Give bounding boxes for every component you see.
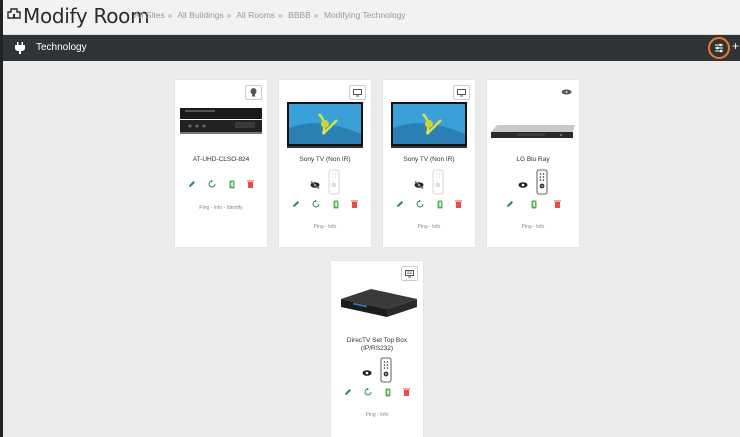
info-link[interactable]: Info <box>328 224 336 230</box>
bluetooth-icon[interactable] <box>437 200 443 209</box>
device-actions <box>383 199 475 209</box>
device-actions <box>279 199 371 209</box>
delete-icon[interactable] <box>351 200 359 208</box>
plug-icon <box>15 42 25 54</box>
edit-icon[interactable] <box>506 200 514 208</box>
info-link[interactable]: Info <box>432 224 440 230</box>
sync-icon[interactable] <box>364 388 372 396</box>
remote-controls <box>487 169 579 200</box>
identify-link[interactable]: Identify <box>227 205 243 211</box>
filter-button[interactable] <box>708 37 730 59</box>
ping-link[interactable]: Ping <box>199 205 209 211</box>
device-image <box>391 102 467 148</box>
remote-icon[interactable] <box>536 169 548 200</box>
remote-controls <box>331 357 423 388</box>
page-title: Modify Room <box>23 4 150 28</box>
device-links: Ping - Info <box>313 224 337 230</box>
bluetooth-icon[interactable] <box>229 180 235 189</box>
remote-icon[interactable] <box>432 169 444 200</box>
breadcrumb-current: Modifying Technology <box>323 10 406 20</box>
device-grid: AT-UHD-CLSO-824 Ping - Info - Identify S… <box>3 61 740 437</box>
sync-icon[interactable] <box>208 180 216 188</box>
bluetooth-icon[interactable] <box>385 388 391 397</box>
device-image <box>341 289 417 317</box>
delete-icon[interactable] <box>403 388 411 396</box>
edit-icon[interactable] <box>344 388 352 396</box>
edit-icon[interactable] <box>292 200 300 208</box>
ping-link[interactable]: Ping <box>418 224 428 230</box>
breadcrumb-all-buildings[interactable]: All Buildings <box>177 10 223 20</box>
device-image <box>491 125 575 138</box>
add-device-button[interactable]: + <box>732 40 739 52</box>
info-link[interactable]: Info <box>214 205 222 211</box>
remote-icon[interactable] <box>328 169 340 200</box>
remote-controls <box>383 169 475 200</box>
bluetooth-icon[interactable] <box>531 200 537 209</box>
delete-icon[interactable] <box>455 200 463 208</box>
device-card: Sony TV (Non IR) Ping - Info <box>383 80 475 247</box>
remote-icon[interactable] <box>380 357 392 388</box>
device-links: Ping - Info - Identify <box>199 205 243 211</box>
disc-player-icon <box>559 85 574 98</box>
device-name: AT-UHD-CLSO-824 <box>192 156 250 163</box>
page-header: Modify Room All Sites» All Buildings» Al… <box>3 0 740 35</box>
device-card: LG Blu Ray Ping - Info <box>487 80 579 247</box>
device-name: Sony TV (Non IR) <box>403 156 455 163</box>
breadcrumb: All Sites» All Buildings» All Rooms» BBB… <box>134 10 406 20</box>
remote-controls <box>279 169 371 200</box>
edit-icon[interactable] <box>396 200 404 208</box>
device-actions <box>487 199 579 209</box>
device-name: Sony TV (Non IR) <box>299 156 351 163</box>
technology-bar: Technology + <box>3 35 740 61</box>
device-actions <box>331 387 423 397</box>
device-links: Ping - Info <box>521 224 545 230</box>
device-image <box>287 102 363 148</box>
hidden-eye-icon[interactable] <box>414 176 424 194</box>
section-title: Technology <box>36 42 87 53</box>
breadcrumb-all-rooms[interactable]: All Rooms <box>236 10 275 20</box>
room-icon <box>7 8 21 19</box>
edit-icon[interactable] <box>188 180 196 188</box>
ping-link[interactable]: Ping <box>314 224 324 230</box>
delete-icon[interactable] <box>247 180 255 188</box>
hidden-eye-icon[interactable] <box>310 176 320 194</box>
info-link[interactable]: Info <box>380 412 388 418</box>
device-card: Sony TV (Non IR) Ping - Info <box>279 80 371 247</box>
bluetooth-icon[interactable] <box>333 200 339 209</box>
sync-icon[interactable] <box>312 200 320 208</box>
device-card: DirecTV Set Top Box (IP/RS232) Ping - In… <box>331 261 423 437</box>
sliders-icon <box>715 43 723 53</box>
info-link[interactable]: Info <box>536 224 544 230</box>
device-actions <box>175 179 267 189</box>
sync-icon[interactable] <box>416 200 424 208</box>
ping-link[interactable]: Ping <box>366 412 376 418</box>
device-name: DirecTV Set Top Box (IP/RS232) <box>346 337 408 352</box>
device-image <box>180 108 262 134</box>
breadcrumb-room[interactable]: BBBB <box>288 10 311 20</box>
delete-icon[interactable] <box>553 200 561 208</box>
breadcrumb-all-sites[interactable]: All Sites <box>134 10 165 20</box>
visible-eye-icon[interactable] <box>518 176 528 194</box>
device-card: AT-UHD-CLSO-824 Ping - Info - Identify <box>175 80 267 247</box>
device-links: Ping - Info <box>417 224 441 230</box>
device-links: Ping - Info <box>365 412 389 418</box>
visible-eye-icon[interactable] <box>362 364 372 382</box>
device-name: LG Blu Ray <box>516 156 550 163</box>
ping-link[interactable]: Ping <box>522 224 532 230</box>
